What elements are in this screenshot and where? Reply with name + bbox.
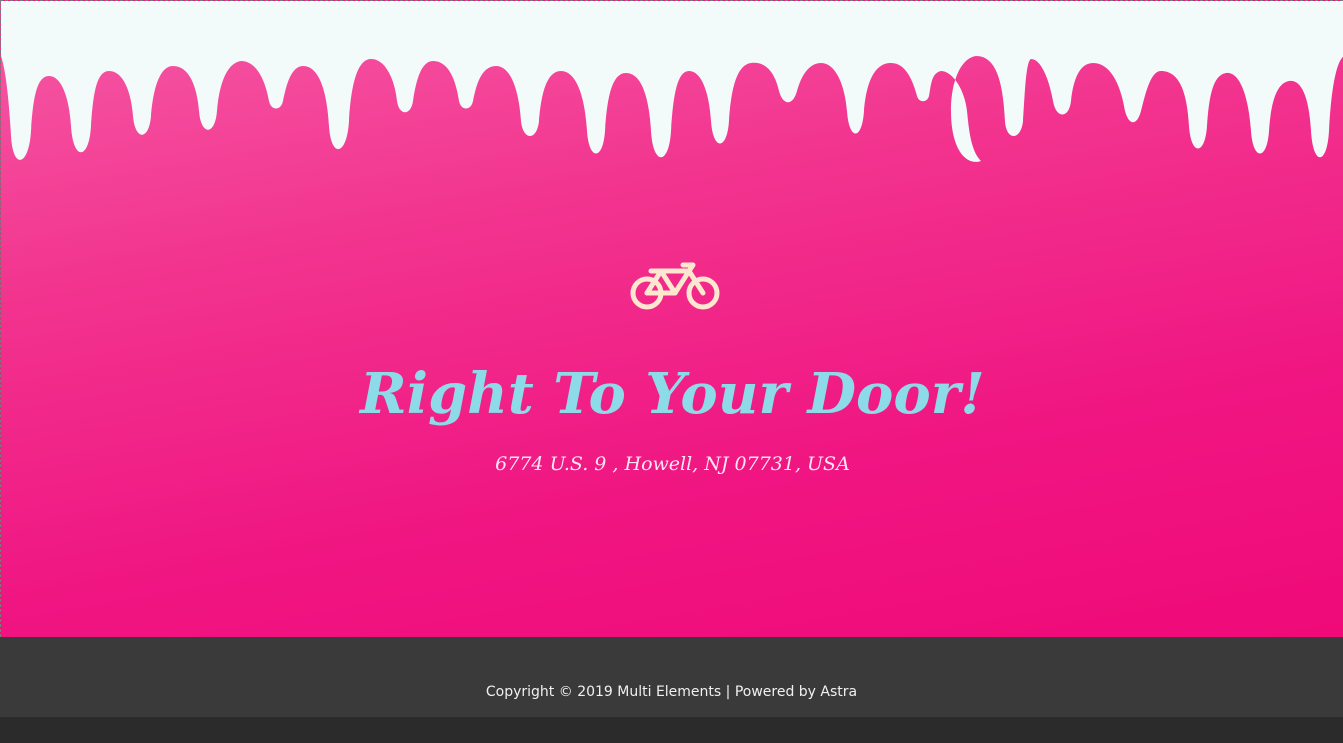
hero-section: Right To Your Door! 6774 U.S. 9 , Howell… [0, 0, 1343, 637]
site-footer: Copyright © 2019 Multi Elements | Powere… [0, 637, 1343, 717]
address-text: 6774 U.S. 9 , Howell, NJ 07731, USA [495, 453, 850, 475]
copyright-text: Copyright © 2019 Multi Elements | Powere… [485, 684, 858, 700]
bottom-strip [0, 717, 1343, 743]
bicycle-icon [630, 262, 720, 310]
headline: Right To Your Door! [360, 361, 985, 427]
icing-drip-decoration [1, 1, 1343, 162]
